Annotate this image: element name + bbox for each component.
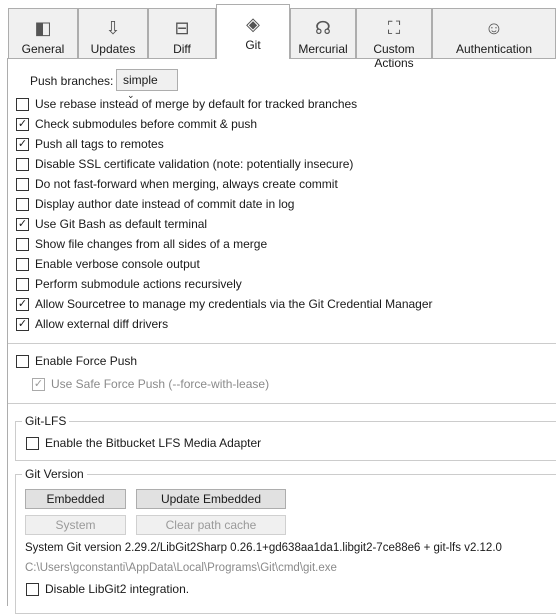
option-checkbox[interactable]: Perform submodule actions recursively <box>16 276 242 292</box>
tab-diff[interactable]: ⊟ Diff <box>148 8 216 58</box>
force-push-checkbox[interactable]: Enable Force Push <box>16 353 137 369</box>
separator <box>8 403 556 404</box>
option-checkbox[interactable]: Use rebase instead of merge by default f… <box>16 96 357 112</box>
tab-custom-actions[interactable]: ⛶ Custom Actions <box>356 8 432 70</box>
checkbox: ✓ <box>16 317 29 331</box>
embedded-button[interactable]: Embedded <box>25 489 126 509</box>
separator <box>8 343 556 344</box>
mercurial-icon: ☊ <box>315 18 331 38</box>
checkbox: ✓ <box>16 297 29 311</box>
option-checkbox[interactable]: Show file changes from all sides of a me… <box>16 236 267 252</box>
option-checkbox[interactable]: ✓ Allow Sourcetree to manage my credentia… <box>16 296 433 312</box>
system-button[interactable]: System <box>25 515 126 535</box>
checkbox: ✓ <box>16 117 29 131</box>
git-icon: ◈ <box>246 14 260 34</box>
option-checkbox[interactable]: ✓ Allow external diff drivers <box>16 316 168 332</box>
option-checkbox[interactable]: Enable verbose console output <box>16 256 200 272</box>
clear-path-cache-button[interactable]: Clear path cache <box>136 515 286 535</box>
checkbox: ✓ <box>16 137 29 151</box>
tab-general[interactable]: ◧ General <box>8 8 78 58</box>
git-path-text: C:\Users\gconstanti\AppData\Local\Progra… <box>25 562 337 574</box>
option-checkbox[interactable]: ✓ Push all tags to remotes <box>16 136 164 152</box>
option-checkbox[interactable]: ✓ Check submodules before commit & push <box>16 116 257 132</box>
user-icon: ☺ <box>484 18 504 38</box>
checkbox: ✓ <box>16 217 29 231</box>
checkbox <box>16 197 29 211</box>
tab-mercurial[interactable]: ☊ Mercurial <box>290 8 356 58</box>
lfs-media-adapter-checkbox[interactable]: Enable the Bitbucket LFS Media Adapter <box>26 435 261 451</box>
tab-authentication[interactable]: ☺ Authentication <box>432 8 556 58</box>
checkbox <box>16 177 29 191</box>
option-checkbox[interactable]: ✓ Use Git Bash as default terminal <box>16 216 207 232</box>
push-branches-label: Push branches: <box>30 74 114 88</box>
diff-icon: ⊟ <box>174 18 190 38</box>
checkbox <box>16 257 29 271</box>
update-embedded-button[interactable]: Update Embedded <box>136 489 286 509</box>
hierarchy-icon: ⛶ <box>387 18 401 38</box>
checkbox <box>16 97 29 111</box>
push-branches-select[interactable]: simple ⌄ <box>116 69 178 100</box>
git-version-text: System Git version 2.29.2/LibGit2Sharp 0… <box>25 542 502 554</box>
checkbox <box>16 157 29 171</box>
tab-updates[interactable]: ⇩ Updates <box>78 8 148 58</box>
option-checkbox[interactable]: Display author date instead of commit da… <box>16 196 294 212</box>
disable-libgit2-checkbox[interactable]: Disable LibGit2 integration. <box>26 581 189 597</box>
toggle-icon: ◧ <box>34 18 52 38</box>
option-checkbox[interactable]: Do not fast-forward when merging, always… <box>16 176 338 192</box>
tab-git[interactable]: ◈ Git <box>216 4 290 59</box>
checkbox <box>16 277 29 291</box>
checkbox <box>16 237 29 251</box>
download-icon: ⇩ <box>105 18 121 38</box>
safe-force-push-checkbox[interactable]: ✓ Use Safe Force Push (--force-with-lease… <box>32 376 269 392</box>
option-checkbox[interactable]: Disable SSL certificate validation (note… <box>16 156 353 172</box>
